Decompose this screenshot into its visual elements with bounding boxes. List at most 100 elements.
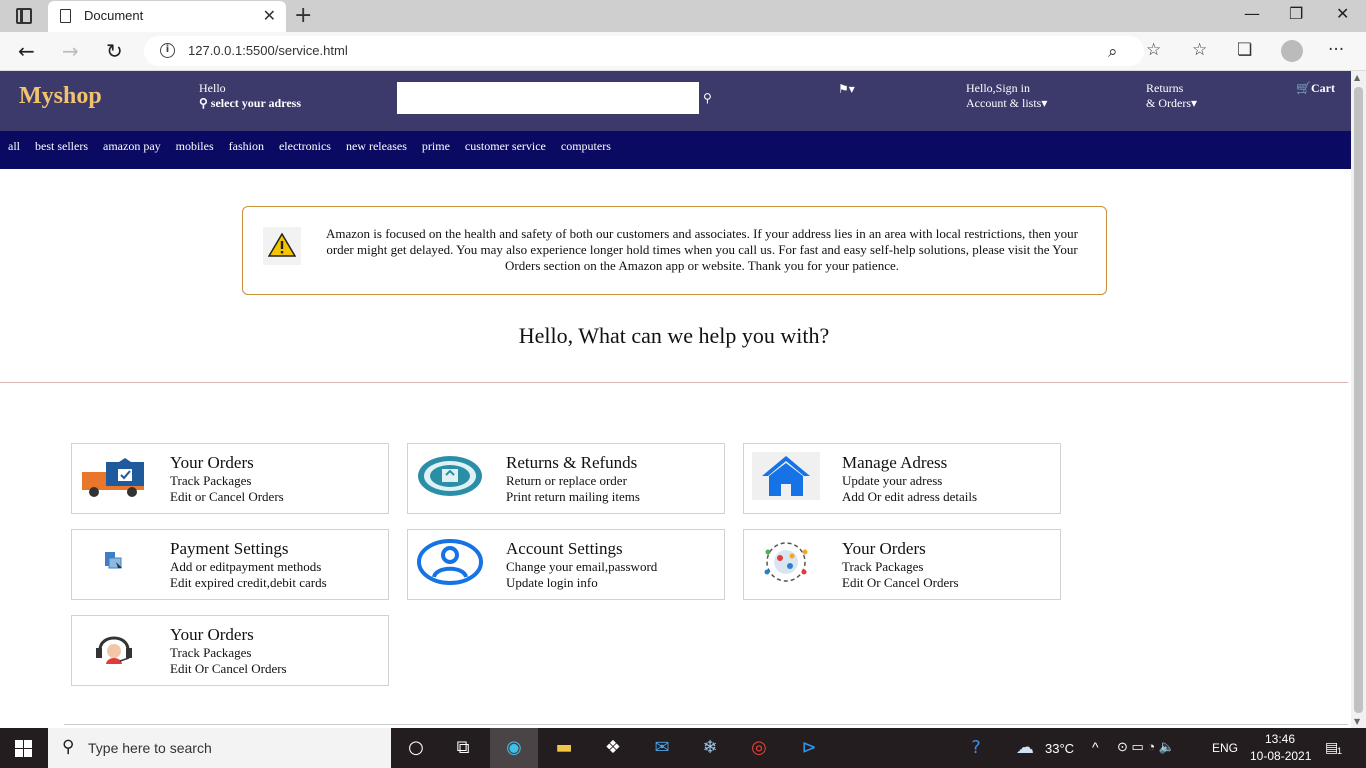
card-title: Payment Settings [170,539,289,558]
vscode-icon[interactable]: ⊳ [797,736,821,760]
scroll-down-icon[interactable]: ▼ [1354,717,1360,726]
nav-item-customer-service[interactable]: customer service [465,139,546,154]
browser-tab-bar: Document ✕ + — ❐ ✕ [0,0,1366,32]
address-selector[interactable]: Hello ⚲ select your adress [199,81,301,111]
card-your-orders-2[interactable]: Your Orders Track Packages Edit Or Cance… [743,529,1061,600]
url-field[interactable]: i 127.0.0.1:5500/service.html ⌕ [144,36,1144,66]
edge-browser-icon[interactable]: ◉ [502,736,526,760]
windows-taskbar: ⚲ Type here to search ○ ⧉ ◉ ▬ ❖ ✉ ❄ ◎ ⊳ … [0,728,1366,768]
cart-icon: 🛒 [1296,81,1311,95]
card-line2[interactable]: Edit or Cancel Orders [170,489,284,505]
tab-actions-icon[interactable] [16,8,32,24]
return-box-icon [416,452,484,500]
nav-item-mobiles[interactable]: mobiles [176,139,214,154]
card-line1[interactable]: Track Packages [170,473,251,489]
nav-item-all[interactable]: all [8,139,20,154]
search-icon[interactable]: ⚲ [703,91,712,105]
notice-text: Amazon is focused on the health and safe… [326,226,1078,273]
tray-icons[interactable]: ⊙ ▭ ◔ 🔈 [1117,739,1175,755]
site-info-icon[interactable]: i [160,43,175,58]
nav-item-new-releases[interactable]: new releases [346,139,407,154]
nav-item-best-sellers[interactable]: best sellers [35,139,88,154]
customer-support-icon [80,624,148,672]
card-returns-refunds[interactable]: Returns & Refunds Return or replace orde… [407,443,725,514]
payment-card-icon [80,538,148,586]
clock-time[interactable]: 13:46 [1265,732,1295,746]
profile-avatar[interactable] [1281,40,1303,62]
mail-icon[interactable]: ✉ [650,736,674,760]
home-icon [752,452,820,500]
nav-item-amazon-pay[interactable]: amazon pay [103,139,161,154]
card-line1[interactable]: Change your email,password [506,559,657,575]
card-line1[interactable]: Track Packages [842,559,923,575]
card-line2[interactable]: Edit expired credit,debit cards [170,575,327,591]
search-icon: ⚲ [62,737,75,757]
card-your-orders-3[interactable]: Your Orders Track Packages Edit Or Cance… [71,615,389,686]
site-header: Myshop Hello ⚲ select your adress ⚲ ⚑▾ H… [0,71,1351,131]
card-line1[interactable]: Track Packages [170,645,251,661]
card-title: Your Orders [170,453,254,472]
site-logo[interactable]: Myshop [19,83,102,110]
category-nav: all best sellers amazon pay mobiles fash… [0,131,1351,169]
card-line2[interactable]: Print return mailing items [506,489,640,505]
dropbox-icon[interactable]: ❖ [601,736,625,760]
language-indicator[interactable]: ENG [1212,741,1238,755]
cortana-icon[interactable]: ○ [404,736,428,760]
cart-link[interactable]: 🛒Cart [1296,81,1335,96]
file-explorer-icon[interactable]: ▬ [552,736,576,760]
tray-expand-icon[interactable]: ^ [1092,739,1099,755]
scroll-up-icon[interactable]: ▲ [1354,73,1360,82]
clock-date[interactable]: 10-08-2021 [1250,749,1311,763]
card-line1[interactable]: Return or replace order [506,473,627,489]
card-line2[interactable]: Add Or edit adress details [842,489,977,505]
cart-label: Cart [1310,81,1335,95]
nav-item-fashion[interactable]: fashion [229,139,264,154]
card-payment-settings[interactable]: Payment Settings Add or editpayment meth… [71,529,389,600]
minimize-button[interactable]: — [1244,4,1260,23]
tab-close-button[interactable]: ✕ [263,6,276,25]
card-line1[interactable]: Update your adress [842,473,942,489]
new-tab-button[interactable]: + [294,3,312,28]
taskbar-search-box[interactable]: ⚲ Type here to search [48,728,391,768]
card-your-orders[interactable]: Your Orders Track Packages Edit or Cance… [71,443,389,514]
browser-tab[interactable]: Document ✕ [48,1,286,32]
favorites-icon[interactable]: ☆ [1192,40,1207,60]
page-scrollbar[interactable]: ▲ ▼ [1351,71,1366,728]
card-account-settings[interactable]: Account Settings Change your email,passw… [407,529,725,600]
windows-start-icon[interactable] [15,740,32,757]
task-view-icon[interactable]: ⧉ [451,736,475,760]
hello-text: Hello [199,81,226,95]
returns-orders-menu[interactable]: Returns & Orders▾ [1146,81,1197,111]
back-button[interactable]: ← [18,39,35,63]
more-menu-button[interactable]: ··· [1328,40,1344,60]
signin-account-menu[interactable]: Hello,Sign in Account & lists▾ [966,81,1047,111]
zoom-icon[interactable]: ⌕ [1108,42,1118,62]
nav-item-prime[interactable]: prime [422,139,450,154]
weather-temp[interactable]: 33°C [1045,741,1074,756]
card-line1[interactable]: Add or editpayment methods [170,559,321,575]
weather-cloud-icon[interactable]: ☁ [1013,736,1037,760]
snowflake-app-icon[interactable]: ❄ [698,736,722,760]
location-pin-icon: ⚲ [199,96,211,110]
scroll-thumb[interactable] [1354,87,1363,713]
nav-item-electronics[interactable]: electronics [279,139,331,154]
help-icon[interactable]: ? [964,736,988,760]
chrome-icon[interactable]: ◎ [747,736,771,760]
nav-item-computers[interactable]: computers [561,139,611,154]
url-text[interactable]: 127.0.0.1:5500/service.html [188,43,348,58]
add-favorite-icon[interactable]: ☆ [1146,40,1161,60]
card-manage-adress[interactable]: Manage Adress Update your adress Add Or … [743,443,1061,514]
tab-title: Document [84,8,144,23]
restore-button[interactable]: ❐ [1289,4,1303,23]
select-address-text: select your adress [210,96,302,110]
orders-text: & Orders [1146,96,1191,110]
card-line2[interactable]: Update login info [506,575,598,591]
search-input[interactable] [397,82,699,114]
card-line2[interactable]: Edit Or Cancel Orders [170,661,287,677]
reload-button[interactable]: ↻ [106,39,123,63]
forward-button[interactable]: → [62,39,79,63]
collections-icon[interactable]: ❏ [1237,40,1252,60]
close-window-button[interactable]: ✕ [1336,4,1349,23]
card-line2[interactable]: Edit Or Cancel Orders [842,575,959,591]
language-flag-icon[interactable]: ⚑▾ [838,82,855,96]
